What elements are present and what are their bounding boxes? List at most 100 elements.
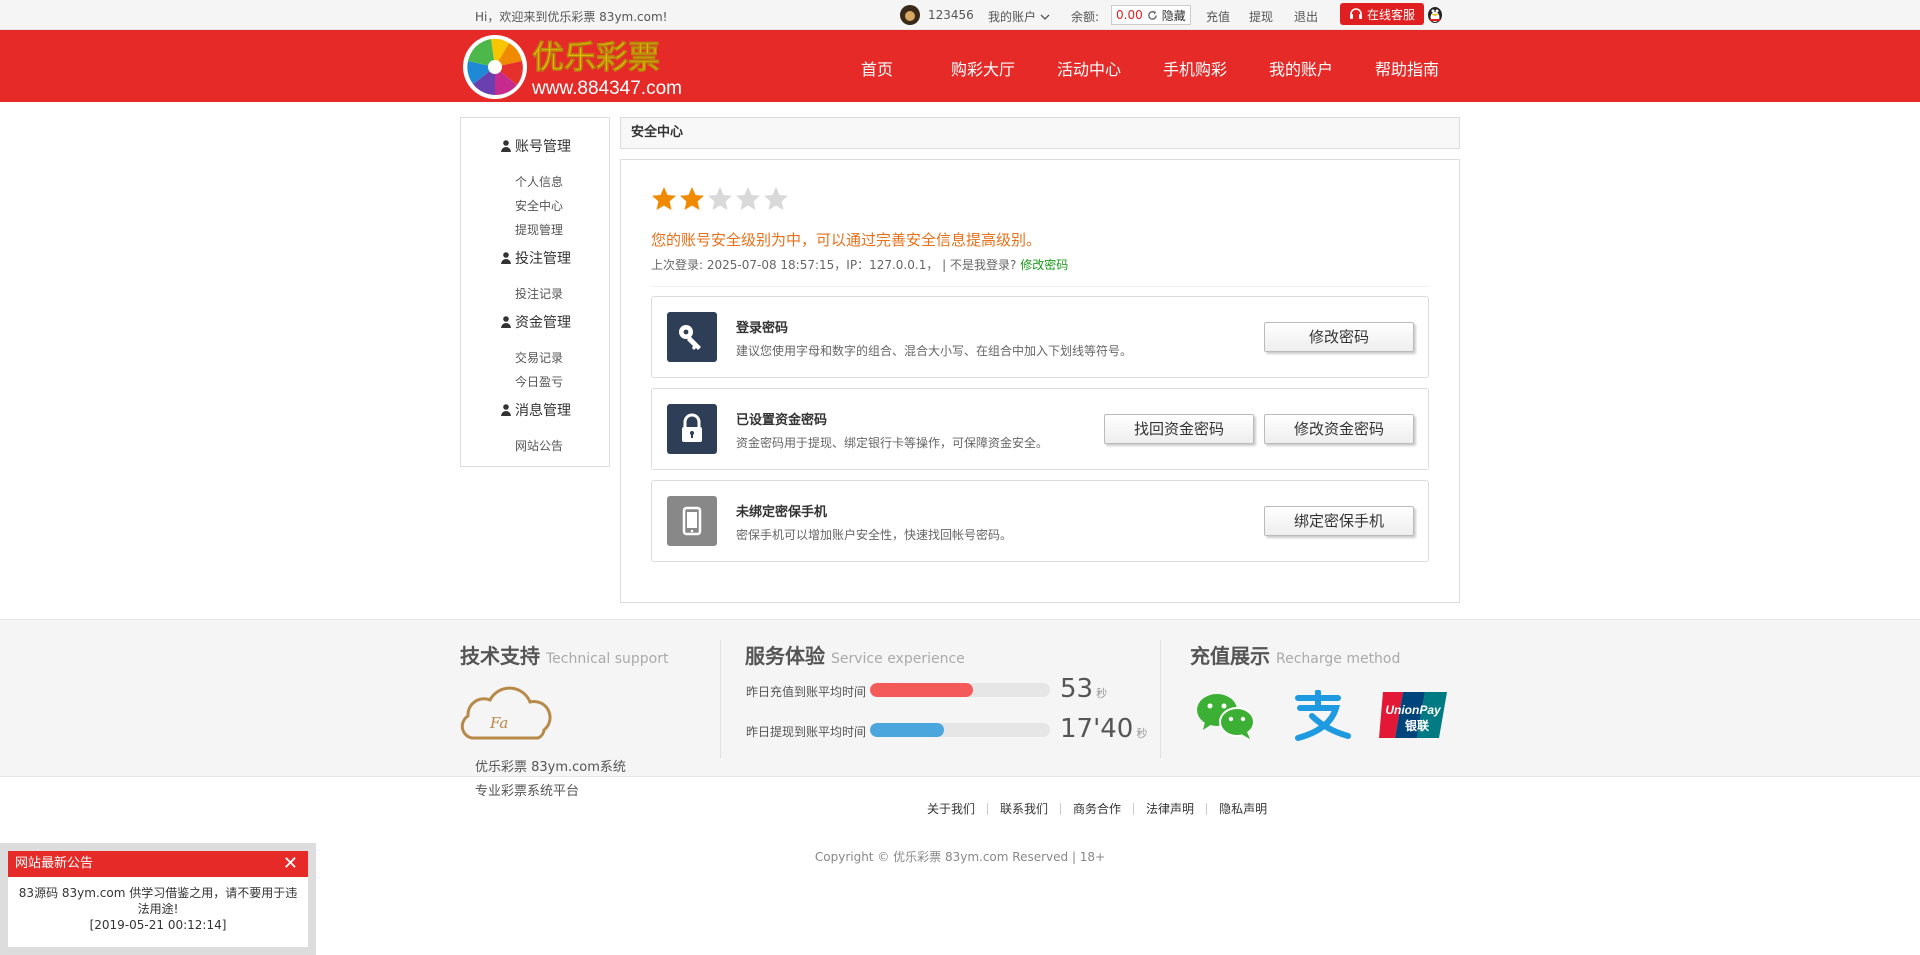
divider xyxy=(720,640,721,758)
security-level-text: 您的账号安全级别为中，可以通过完善安全信息提高级别。 xyxy=(651,231,1042,249)
tech-line-1: 优乐彩票 83ym.com系统 xyxy=(475,760,626,775)
unionpay-icon: UnionPay 银联 xyxy=(1379,692,1447,738)
login-password-card: 登录密码 建议您使用字母和数字的组合、混合大小写、在组合中加入下划线等符号。 修… xyxy=(651,296,1429,378)
withdraw-time-label: 昨日提现到账平均时间 xyxy=(746,725,867,739)
bind-phone-button[interactable]: 绑定密保手机 xyxy=(1264,506,1414,536)
last-login-info: 上次登录: 2025-07-08 18:57:15，IP：127.0.0.1， … xyxy=(651,258,1069,272)
balance-value: 0.00 xyxy=(1116,8,1143,22)
withdraw-time-value: 17'40 秒 xyxy=(1060,714,1148,744)
close-icon[interactable]: ✕ xyxy=(283,851,298,877)
tech-support-heading: 技术支持 Technical support xyxy=(460,644,669,668)
nav-activity-center[interactable]: 活动中心 xyxy=(1057,56,1121,80)
site-logo[interactable]: 优乐彩票 www.884347.com xyxy=(462,34,712,100)
change-fund-password-button[interactable]: 修改资金密码 xyxy=(1264,414,1414,444)
star-empty-icon xyxy=(764,187,788,210)
cloud-logo-icon: Fa xyxy=(460,686,552,740)
star-filled-icon xyxy=(680,187,704,210)
top-bar: Hi，欢迎来到优乐彩票 83ym.com! 123456 我的账户 余额: 0.… xyxy=(0,0,1920,30)
customer-service-button[interactable]: 在线客服 xyxy=(1340,3,1424,25)
balance-box: 0.00 隐藏 xyxy=(1111,5,1191,25)
chevron-down-icon xyxy=(1040,14,1050,20)
change-login-password-button[interactable]: 修改密码 xyxy=(1264,322,1414,352)
sidebar-item-bet-records[interactable]: 投注记录 xyxy=(515,285,563,302)
person-icon xyxy=(501,252,511,264)
sidebar-item-announcements[interactable]: 网站公告 xyxy=(515,437,563,454)
change-password-link[interactable]: 修改密码 xyxy=(1020,258,1068,272)
sidebar-group-funds[interactable]: 资金管理 xyxy=(461,312,611,332)
card-description: 密保手机可以增加账户安全性，快速找回帐号密码。 xyxy=(736,528,1013,542)
footer-link-privacy[interactable]: 隐私声明 xyxy=(1206,803,1279,815)
announcement-body: 83源码 83ym.com 供学习借鉴之用，请不要用于违法用途! [2019-0… xyxy=(18,886,298,932)
recharge-time-value: 53 秒 xyxy=(1060,674,1108,704)
sidebar-item-withdraw-management[interactable]: 提现管理 xyxy=(515,221,563,238)
svg-text:UnionPay: UnionPay xyxy=(1385,703,1442,717)
footer-link-legal[interactable]: 法律声明 xyxy=(1133,803,1206,815)
security-phone-card: 未绑定密保手机 密保手机可以增加账户安全性，快速找回帐号密码。 绑定密保手机 xyxy=(651,480,1429,562)
refresh-icon[interactable] xyxy=(1147,10,1158,21)
card-description: 资金密码用于提现、绑定银行卡等操作，可保障资金安全。 xyxy=(736,436,1049,450)
bar-fill xyxy=(870,683,973,697)
avatar[interactable] xyxy=(900,5,920,25)
nav-help-guide[interactable]: 帮助指南 xyxy=(1375,56,1439,80)
card-title: 已设置资金密码 xyxy=(736,413,828,428)
card-title: 登录密码 xyxy=(736,321,789,336)
phone-icon xyxy=(667,496,717,546)
welcome-text: Hi，欢迎来到优乐彩票 83ym.com! xyxy=(475,10,668,24)
star-filled-icon xyxy=(652,187,676,210)
footer-link-contact[interactable]: 联系我们 xyxy=(987,803,1060,815)
nav-home[interactable]: 首页 xyxy=(861,56,893,80)
card-title: 未绑定密保手机 xyxy=(736,505,828,520)
wechat-pay-icon xyxy=(1197,694,1255,739)
svg-text:银联: 银联 xyxy=(1405,718,1429,733)
announcement-popup: 网站最新公告 ✕ 83源码 83ym.com 供学习借鉴之用，请不要用于违法用途… xyxy=(0,843,316,955)
sidebar-item-transactions[interactable]: 交易记录 xyxy=(515,349,563,366)
sidebar-item-personal-info[interactable]: 个人信息 xyxy=(515,173,563,190)
person-icon xyxy=(501,316,511,328)
hide-balance-button[interactable]: 隐藏 xyxy=(1162,7,1186,24)
recharge-methods-heading: 充值展示 Recharge method xyxy=(1190,644,1401,668)
nav-lottery-hall[interactable]: 购彩大厅 xyxy=(951,56,1015,80)
sidebar-group-account[interactable]: 账号管理 xyxy=(461,136,611,156)
alipay-icon xyxy=(1295,690,1351,741)
user-info: 123456 xyxy=(900,5,974,25)
nav-mobile-lottery[interactable]: 手机购彩 xyxy=(1163,56,1227,80)
person-icon xyxy=(501,404,511,416)
recharge-time-label: 昨日充值到账平均时间 xyxy=(746,685,867,699)
username: 123456 xyxy=(928,8,974,22)
divider xyxy=(651,286,1429,287)
recover-fund-password-button[interactable]: 找回资金密码 xyxy=(1104,414,1254,444)
recharge-link[interactable]: 充值 xyxy=(1206,8,1230,25)
key-icon xyxy=(667,312,717,362)
svg-text:www.884347.com: www.884347.com xyxy=(531,78,682,99)
footer-links: 关于我们 联系我们 商务合作 法律声明 隐私声明 xyxy=(915,803,1279,815)
withdraw-time-bar xyxy=(870,723,1050,737)
svg-text:优乐彩票: 优乐彩票 xyxy=(532,38,660,76)
headset-icon xyxy=(1349,8,1362,19)
announcement-title: 网站最新公告 ✕ xyxy=(8,851,308,877)
person-icon xyxy=(501,140,511,152)
page-title: 安全中心 xyxy=(620,117,1460,149)
sidebar-group-betting[interactable]: 投注管理 xyxy=(461,248,611,268)
svg-text:Fa: Fa xyxy=(489,714,508,732)
fund-password-card: 已设置资金密码 资金密码用于提现、绑定银行卡等操作，可保障资金安全。 找回资金密… xyxy=(651,388,1429,470)
sidebar-item-security-center[interactable]: 安全中心 xyxy=(515,197,563,214)
qq-penguin-icon[interactable] xyxy=(1426,4,1444,24)
card-description: 建议您使用字母和数字的组合、混合大小写、在组合中加入下划线等符号。 xyxy=(736,344,1133,358)
account-menu[interactable]: 我的账户 xyxy=(988,8,1050,25)
star-empty-icon xyxy=(736,187,760,210)
sidebar-group-messages[interactable]: 消息管理 xyxy=(461,400,611,420)
recharge-time-bar xyxy=(870,683,1050,697)
security-rating xyxy=(651,186,789,212)
divider xyxy=(1160,640,1161,758)
withdraw-link[interactable]: 提现 xyxy=(1249,8,1273,25)
star-empty-icon xyxy=(708,187,732,210)
footer-link-business[interactable]: 商务合作 xyxy=(1060,803,1133,815)
logout-link[interactable]: 退出 xyxy=(1294,8,1318,25)
nav-my-account[interactable]: 我的账户 xyxy=(1269,56,1333,80)
service-heading: 服务体验 Service experience xyxy=(745,644,965,668)
footer-link-about[interactable]: 关于我们 xyxy=(915,803,987,815)
bar-fill xyxy=(870,723,944,737)
tech-line-2: 专业彩票系统平台 xyxy=(475,784,580,799)
sidebar-item-today-profit[interactable]: 今日盈亏 xyxy=(515,373,563,390)
balance-label: 余额: xyxy=(1071,10,1100,24)
